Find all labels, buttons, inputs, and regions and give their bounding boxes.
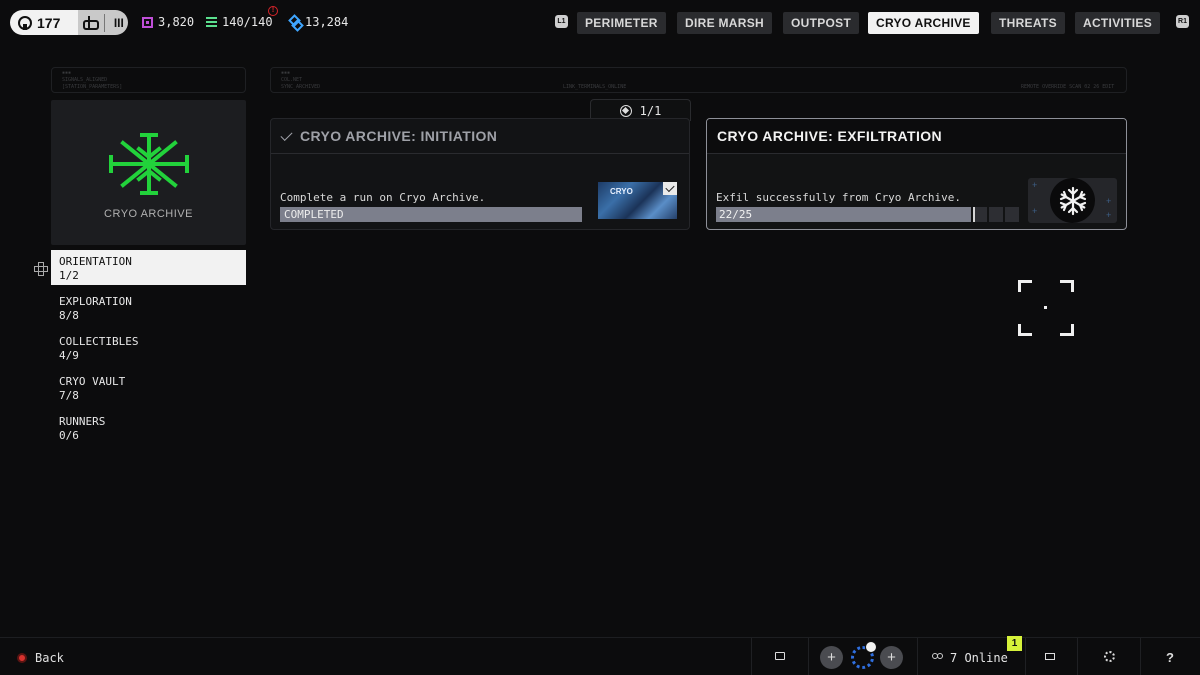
tab-activities[interactable]: ACTIVITIES [1075, 12, 1161, 34]
cryo-archive-emblem-icon [109, 133, 189, 195]
top-bar: 177 III 3,820 140/140 ! 13,284 L1 PERIME… [0, 0, 1200, 46]
gear-icon[interactable] [1104, 651, 1115, 662]
add-party-left-button[interactable]: + [820, 646, 843, 669]
player-level: 177 [10, 10, 78, 35]
category-name: EXPLORATION [59, 295, 132, 308]
stat-capacity: 140/140 [206, 15, 273, 29]
back-button[interactable]: Back [17, 651, 64, 665]
square-currency-icon [142, 16, 153, 28]
category-name: ORIENTATION [59, 255, 132, 268]
thumbnail-label: CRYO [610, 187, 633, 196]
category-cryo-vault[interactable]: CRYO VAULT 7/8 [51, 370, 246, 405]
map-card: CRYO ARCHIVE [51, 100, 246, 245]
tab-cryo-archive[interactable]: CRYO ARCHIVE [868, 12, 979, 34]
frame-note-right-a: ▪▪▪ COL.NET SYNC_ARCHIVED [281, 70, 321, 90]
category-name: CRYO VAULT [59, 375, 126, 388]
checkmark-icon [280, 128, 293, 141]
add-party-right-button[interactable]: + [880, 646, 903, 669]
frame-note-right-b: LINK_TERMINALS_ONLINE [563, 84, 627, 90]
stat-currency-a: 3,820 [142, 15, 194, 29]
tab-dire-marsh[interactable]: DIRE MARSH [677, 12, 773, 34]
task-thumbnail: + + + + [1028, 178, 1117, 223]
online-friends-button[interactable]: 7 Online [932, 651, 1008, 665]
people-icon [932, 653, 944, 663]
task-progress-bar: 22/25 [716, 207, 1019, 222]
avatar-status-badge [865, 641, 877, 653]
task-description: Exfil successfully from Cryo Archive. [716, 191, 962, 204]
task-description: Complete a run on Cryo Archive. [280, 191, 486, 204]
category-progress: 4/9 [59, 349, 79, 362]
task-progress-bar: COMPLETED [280, 207, 582, 222]
category-progress: 8/8 [59, 309, 79, 322]
back-button-icon [17, 653, 27, 663]
map-label: CRYO ARCHIVE [104, 208, 193, 220]
category-progress: 0/6 [59, 429, 79, 442]
back-label: Back [35, 651, 64, 665]
hex-currency-icon [290, 16, 300, 28]
category-runners[interactable]: RUNNERS 0/6 [51, 410, 246, 445]
task-card-exfiltration[interactable]: CRYO ARCHIVE: EXFILTRATION Exfil success… [706, 118, 1127, 230]
right-frame: ▪▪▪ COL.NET SYNC_ARCHIVED LINK_TERMINALS… [270, 67, 1127, 93]
player-rank: III [78, 10, 128, 35]
task-card-initiation[interactable]: CRYO ARCHIVE: INITIATION Complete a run … [270, 118, 690, 230]
chat-icon[interactable] [775, 652, 785, 660]
progress-segment [1005, 207, 1019, 222]
level-value: 177 [37, 14, 61, 31]
frame-note-right-c: REMOTE OVERRIDE SCAN 02 26 EDIT [1021, 84, 1115, 90]
task-thumbnail: CRYO [598, 182, 677, 219]
category-orientation[interactable]: ORIENTATION 1/2 [51, 250, 246, 285]
left-frame: ▪▪▪ SIGNALS_ALIGNED [STATION_PARAMETERS] [51, 67, 246, 93]
viewfinder-icon [1018, 280, 1074, 336]
frame-note-left: ▪▪▪ SIGNALS_ALIGNED [STATION_PARAMETERS] [62, 70, 123, 90]
stat-currency-b: 13,284 [290, 15, 348, 29]
task-counter-icon [619, 104, 632, 117]
category-collectibles[interactable]: COLLECTIBLES 4/9 [51, 330, 246, 365]
stack-icon [206, 16, 217, 28]
dpad-icon [34, 262, 48, 276]
task-title-row: CRYO ARCHIVE: EXFILTRATION [707, 119, 1126, 154]
tab-threats[interactable]: THREATS [991, 12, 1065, 34]
notification-badge: 1 [1007, 636, 1022, 651]
online-label: 7 Online [950, 651, 1008, 665]
level-icon [18, 15, 32, 30]
task-title: CRYO ARCHIVE: EXFILTRATION [717, 128, 943, 144]
rank-value: III [113, 15, 124, 30]
tab-perimeter[interactable]: PERIMETER [577, 12, 666, 34]
help-icon[interactable]: ? [1166, 650, 1174, 665]
snowflake-icon [1059, 186, 1086, 215]
right-bumper-icon[interactable]: R1 [1176, 15, 1189, 28]
task-title: CRYO ARCHIVE: INITIATION [300, 128, 498, 144]
task-title-row: CRYO ARCHIVE: INITIATION [271, 119, 689, 154]
category-progress: 7/8 [59, 389, 79, 402]
progress-segment [989, 207, 1003, 222]
category-progress: 1/2 [59, 269, 79, 282]
progress-fill: 22/25 [716, 207, 971, 222]
completed-check-icon [663, 182, 677, 195]
category-name: RUNNERS [59, 415, 106, 428]
tab-outpost[interactable]: OUTPOST [783, 12, 860, 34]
alert-icon[interactable]: ! [268, 6, 278, 16]
category-exploration[interactable]: EXPLORATION 8/8 [51, 290, 246, 325]
category-name: COLLECTIBLES [59, 335, 139, 348]
progress-segment [973, 207, 987, 222]
player-level-pill[interactable]: 177 III [10, 10, 128, 35]
left-bumper-icon[interactable]: L1 [555, 15, 568, 28]
mail-icon[interactable] [1045, 653, 1055, 660]
runner-icon [82, 15, 100, 30]
snowflake-badge [1050, 178, 1095, 223]
